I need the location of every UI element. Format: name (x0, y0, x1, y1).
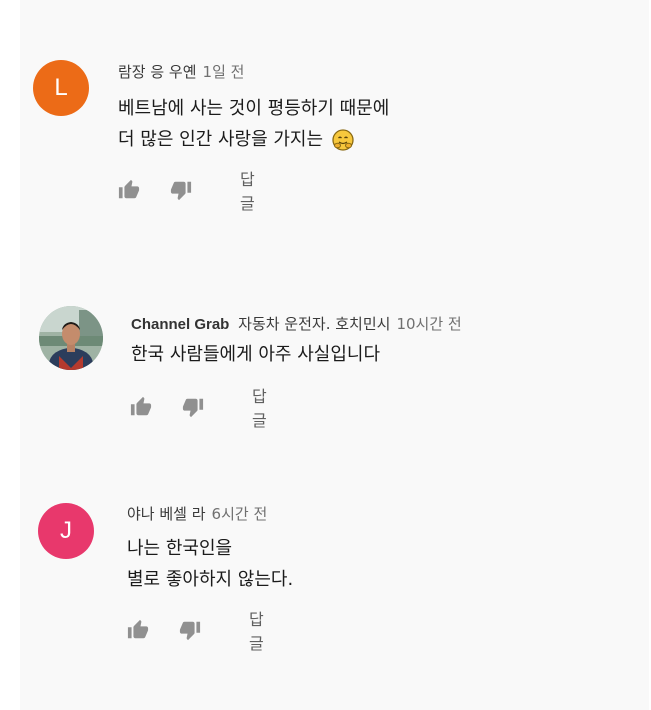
thumbs-down-icon[interactable] (170, 179, 192, 201)
comment-meta: 야나 베셀 라 6시간 전 (127, 503, 267, 524)
comment-text: 베트남에 사는 것이 평등하기 때문에 더 많은 인간 사랑을 가지는 (118, 93, 389, 155)
author-name[interactable]: 람장 응 우옌 (118, 63, 197, 81)
comment-meta: Channel Grab 자동차 운전자. 호치민시 10시간 전 (131, 313, 462, 334)
comment-line: 더 많은 인간 사랑을 가지는 (118, 129, 324, 150)
reply-button[interactable]: 답글 (252, 383, 267, 431)
comment-actions: 답글 (118, 170, 255, 213)
comment-actions: 답글 (130, 387, 267, 430)
thumbs-up-icon[interactable] (118, 179, 140, 201)
thumbs-down-icon[interactable] (182, 396, 204, 418)
comments-panel: L 람장 응 우옌 1일 전 베트남에 사는 것이 평등하기 때문에 더 많은 인… (20, 0, 649, 710)
author-suffix[interactable]: 자동차 운전자. 호치민시 (238, 315, 390, 333)
avatar[interactable]: J (38, 503, 94, 559)
thumbs-up-icon[interactable] (127, 619, 149, 641)
hugging-face-emoji-icon (331, 128, 355, 152)
reply-button[interactable]: 답글 (240, 166, 255, 214)
avatar[interactable]: L (33, 60, 89, 116)
comment-line: 베트남에 사는 것이 평등하기 때문에 (118, 98, 390, 119)
avatar-letter: J (60, 517, 72, 544)
author-name[interactable]: Channel Grab (131, 316, 229, 333)
comment-meta: 람장 응 우옌 1일 전 (118, 61, 244, 82)
reply-button[interactable]: 답글 (249, 606, 264, 654)
comment-time[interactable]: 1일 전 (203, 63, 245, 81)
thumbs-down-icon[interactable] (179, 619, 201, 641)
comment-line: 한국 사람들에게 아주 사실입니다 (131, 344, 381, 365)
author-name[interactable]: 야나 베셀 라 (127, 505, 206, 523)
thumbs-up-icon[interactable] (130, 396, 152, 418)
avatar-letter: L (54, 74, 68, 101)
comment-text: 나는 한국인을 별로 좋아하지 않는다. (127, 533, 293, 595)
comment-line: 나는 한국인을 (127, 538, 233, 559)
comment-line-with-emoji: 더 많은 인간 사랑을 가지는 (118, 124, 389, 155)
comment-time[interactable]: 10시간 전 (396, 315, 461, 333)
avatar[interactable] (39, 306, 103, 370)
comment-time[interactable]: 6시간 전 (212, 505, 268, 523)
comment-line: 별로 좋아하지 않는다. (127, 569, 294, 590)
comment-text: 한국 사람들에게 아주 사실입니다 (131, 339, 380, 370)
comment-actions: 답글 (127, 610, 264, 653)
